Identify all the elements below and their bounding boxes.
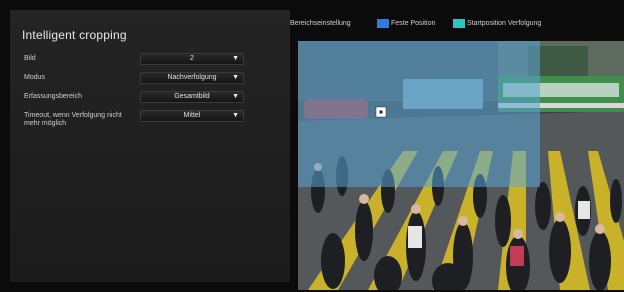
camera-preview[interactable] (298, 41, 624, 290)
setting-label-modus: Modus (24, 74, 46, 81)
crop-area-overlay[interactable] (298, 41, 540, 187)
timeout-select-value: Mittel (183, 112, 201, 119)
setting-label-timeout: Timeout, wenn Verfolgung nicht mehr mögl… (24, 112, 122, 127)
setting-row-erfassungsbereich: Erfassungsbereich Gesamtbild ▼ (24, 91, 280, 105)
legend-title: Bereichseinstellung (290, 20, 351, 27)
timeout-select[interactable]: Mittel ▼ (140, 110, 244, 122)
settings-panel: Intelligent cropping Bild 2 ▼ Modus Nach… (10, 10, 290, 282)
bild-select-value: 2 (190, 55, 194, 62)
modus-select-value: Nachverfolgung (167, 74, 217, 81)
caret-down-icon: ▼ (232, 93, 239, 100)
street-scene-image (298, 41, 624, 290)
caret-down-icon: ▼ (232, 55, 239, 62)
tracking-start-swatch (453, 19, 465, 28)
legend-item-tracking-start: Startposition Verfolgung (453, 19, 541, 28)
fixed-position-swatch (377, 19, 389, 28)
erfassungsbereich-select[interactable]: Gesamtbild ▼ (140, 91, 244, 103)
legend-label-fixed-position: Feste Position (391, 20, 436, 27)
setting-row-bild: Bild 2 ▼ (24, 53, 280, 67)
modus-select[interactable]: Nachverfolgung ▼ (140, 72, 244, 84)
legend-label-tracking-start: Startposition Verfolgung (467, 20, 542, 27)
panel-title: Intelligent cropping (22, 28, 127, 42)
caret-down-icon: ▼ (232, 112, 239, 119)
setting-label-bild: Bild (24, 55, 36, 62)
caret-down-icon: ▼ (232, 74, 239, 81)
setting-label-erfassungsbereich: Erfassungsbereich (24, 93, 82, 100)
setting-row-modus: Modus Nachverfolgung ▼ (24, 72, 280, 86)
setting-row-timeout: Timeout, wenn Verfolgung nicht mehr mögl… (24, 110, 280, 128)
legend-item-fixed-position: Feste Position (377, 19, 435, 28)
erfassungsbereich-select-value: Gesamtbild (174, 93, 210, 100)
bild-select[interactable]: 2 ▼ (140, 53, 244, 65)
